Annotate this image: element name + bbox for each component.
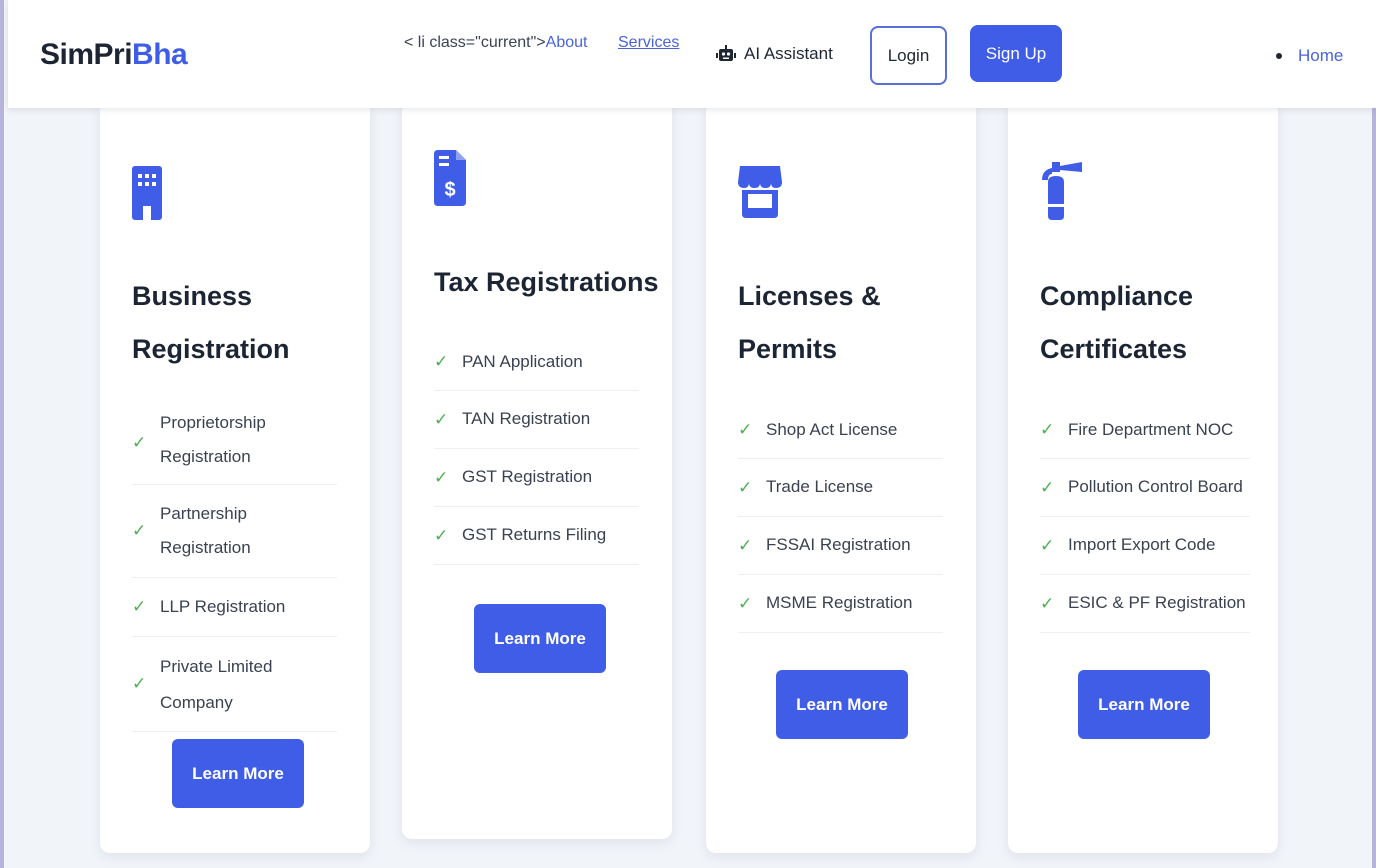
list-item: ✓ Shop Act License [738,402,943,459]
list-item: ✓ Trade License [738,459,943,517]
learn-more-button[interactable]: Learn More [1078,670,1210,739]
check-icon: ✓ [434,409,449,429]
learn-more-button[interactable]: Learn More [474,604,606,673]
login-button[interactable]: Login [870,26,947,85]
check-icon: ✓ [434,352,449,371]
service-card-licenses-permits: Licenses & Permits ✓ Shop Act License ✓ … [706,96,976,853]
service-card-tax-registrations: $ Tax Registrations ✓ PAN Application ✓ … [402,96,672,839]
learn-more-button[interactable]: Learn More [172,739,304,808]
list-item: ✓ Proprietorship Registration [132,402,337,485]
card-title: Business Registration [132,281,290,364]
list-item: ✓ Private Limited Company [132,637,337,732]
raw-markup-text: < li class="current"> [404,34,546,51]
feature-list: ✓ Shop Act License ✓ Trade License ✓ FSS… [738,402,943,633]
check-icon: ✓ [132,597,147,616]
brand-name-part2: Bha [132,38,188,71]
service-card-business-registration: Business Registration ✓ Proprietorship R… [100,96,370,853]
service-card-compliance-certificates: Compliance Certificates ✓ Fire Departmen… [1008,96,1278,853]
invoice-dollar-icon: $ [434,150,466,211]
list-item: ✓ Partnership Registration [132,485,337,578]
nav-link-ai-assistant[interactable]: AI Assistant [716,44,833,64]
nav-link-services[interactable]: Services [618,34,679,52]
fire-extinguisher-icon [1040,162,1084,225]
feature-list: ✓ Proprietorship Registration ✓ Partners… [132,402,337,732]
list-item: ✓ FSSAI Registration [738,517,943,575]
check-icon: ✓ [132,521,147,540]
check-icon: ✓ [738,535,753,555]
svg-text:$: $ [444,179,455,201]
nav-link-about[interactable]: About [546,34,588,51]
check-icon: ✓ [1040,593,1055,613]
check-icon: ✓ [132,433,147,452]
page-frame: SimPriBha < li class="current">About Ser… [0,0,1376,868]
check-icon: ✓ [1040,477,1055,497]
ai-assistant-label: AI Assistant [744,44,833,63]
building-icon [132,166,162,225]
learn-more-button[interactable]: Learn More [776,670,908,739]
nav-item-about: < li class="current">About [404,34,587,52]
check-icon: ✓ [434,525,449,545]
list-item: ✓ Fire Department NOC [1040,402,1250,459]
list-item: ✓ LLP Registration [132,578,337,637]
navbar: SimPriBha < li class="current">About Ser… [8,0,1376,108]
check-icon: ✓ [132,674,147,693]
brand-logo[interactable]: SimPriBha [40,38,188,72]
list-item: ✓ PAN Application [434,334,639,391]
robot-icon [716,45,736,63]
card-title: Licenses & Permits [738,281,881,364]
signup-button[interactable]: Sign Up [970,25,1062,82]
store-icon [738,166,782,223]
check-icon: ✓ [434,467,449,487]
list-item: ✓ GST Registration [434,449,639,507]
card-title: Tax Registrations [434,267,659,297]
check-icon: ✓ [738,420,753,439]
feature-list: ✓ PAN Application ✓ TAN Registration ✓ G… [434,334,639,565]
list-item: ✓ Import Export Code [1040,517,1250,575]
card-title: Compliance Certificates [1040,281,1194,364]
feature-list: ✓ Fire Department NOC ✓ Pollution Contro… [1040,402,1250,633]
list-item: ✓ TAN Registration [434,391,639,449]
nav-link-home[interactable]: Home [1298,46,1343,66]
check-icon: ✓ [1040,420,1055,439]
list-item: ✓ Pollution Control Board [1040,459,1250,517]
brand-name-part1: SimPri [40,38,133,71]
check-icon: ✓ [738,593,753,613]
check-icon: ✓ [1040,535,1055,555]
list-item: ✓ GST Returns Filing [434,507,639,565]
check-icon: ✓ [738,477,753,497]
nav-item-home: Home [1276,46,1343,66]
bullet-icon [1276,53,1282,59]
list-item: ✓ ESIC & PF Registration [1040,575,1250,633]
list-item: ✓ MSME Registration [738,575,943,633]
